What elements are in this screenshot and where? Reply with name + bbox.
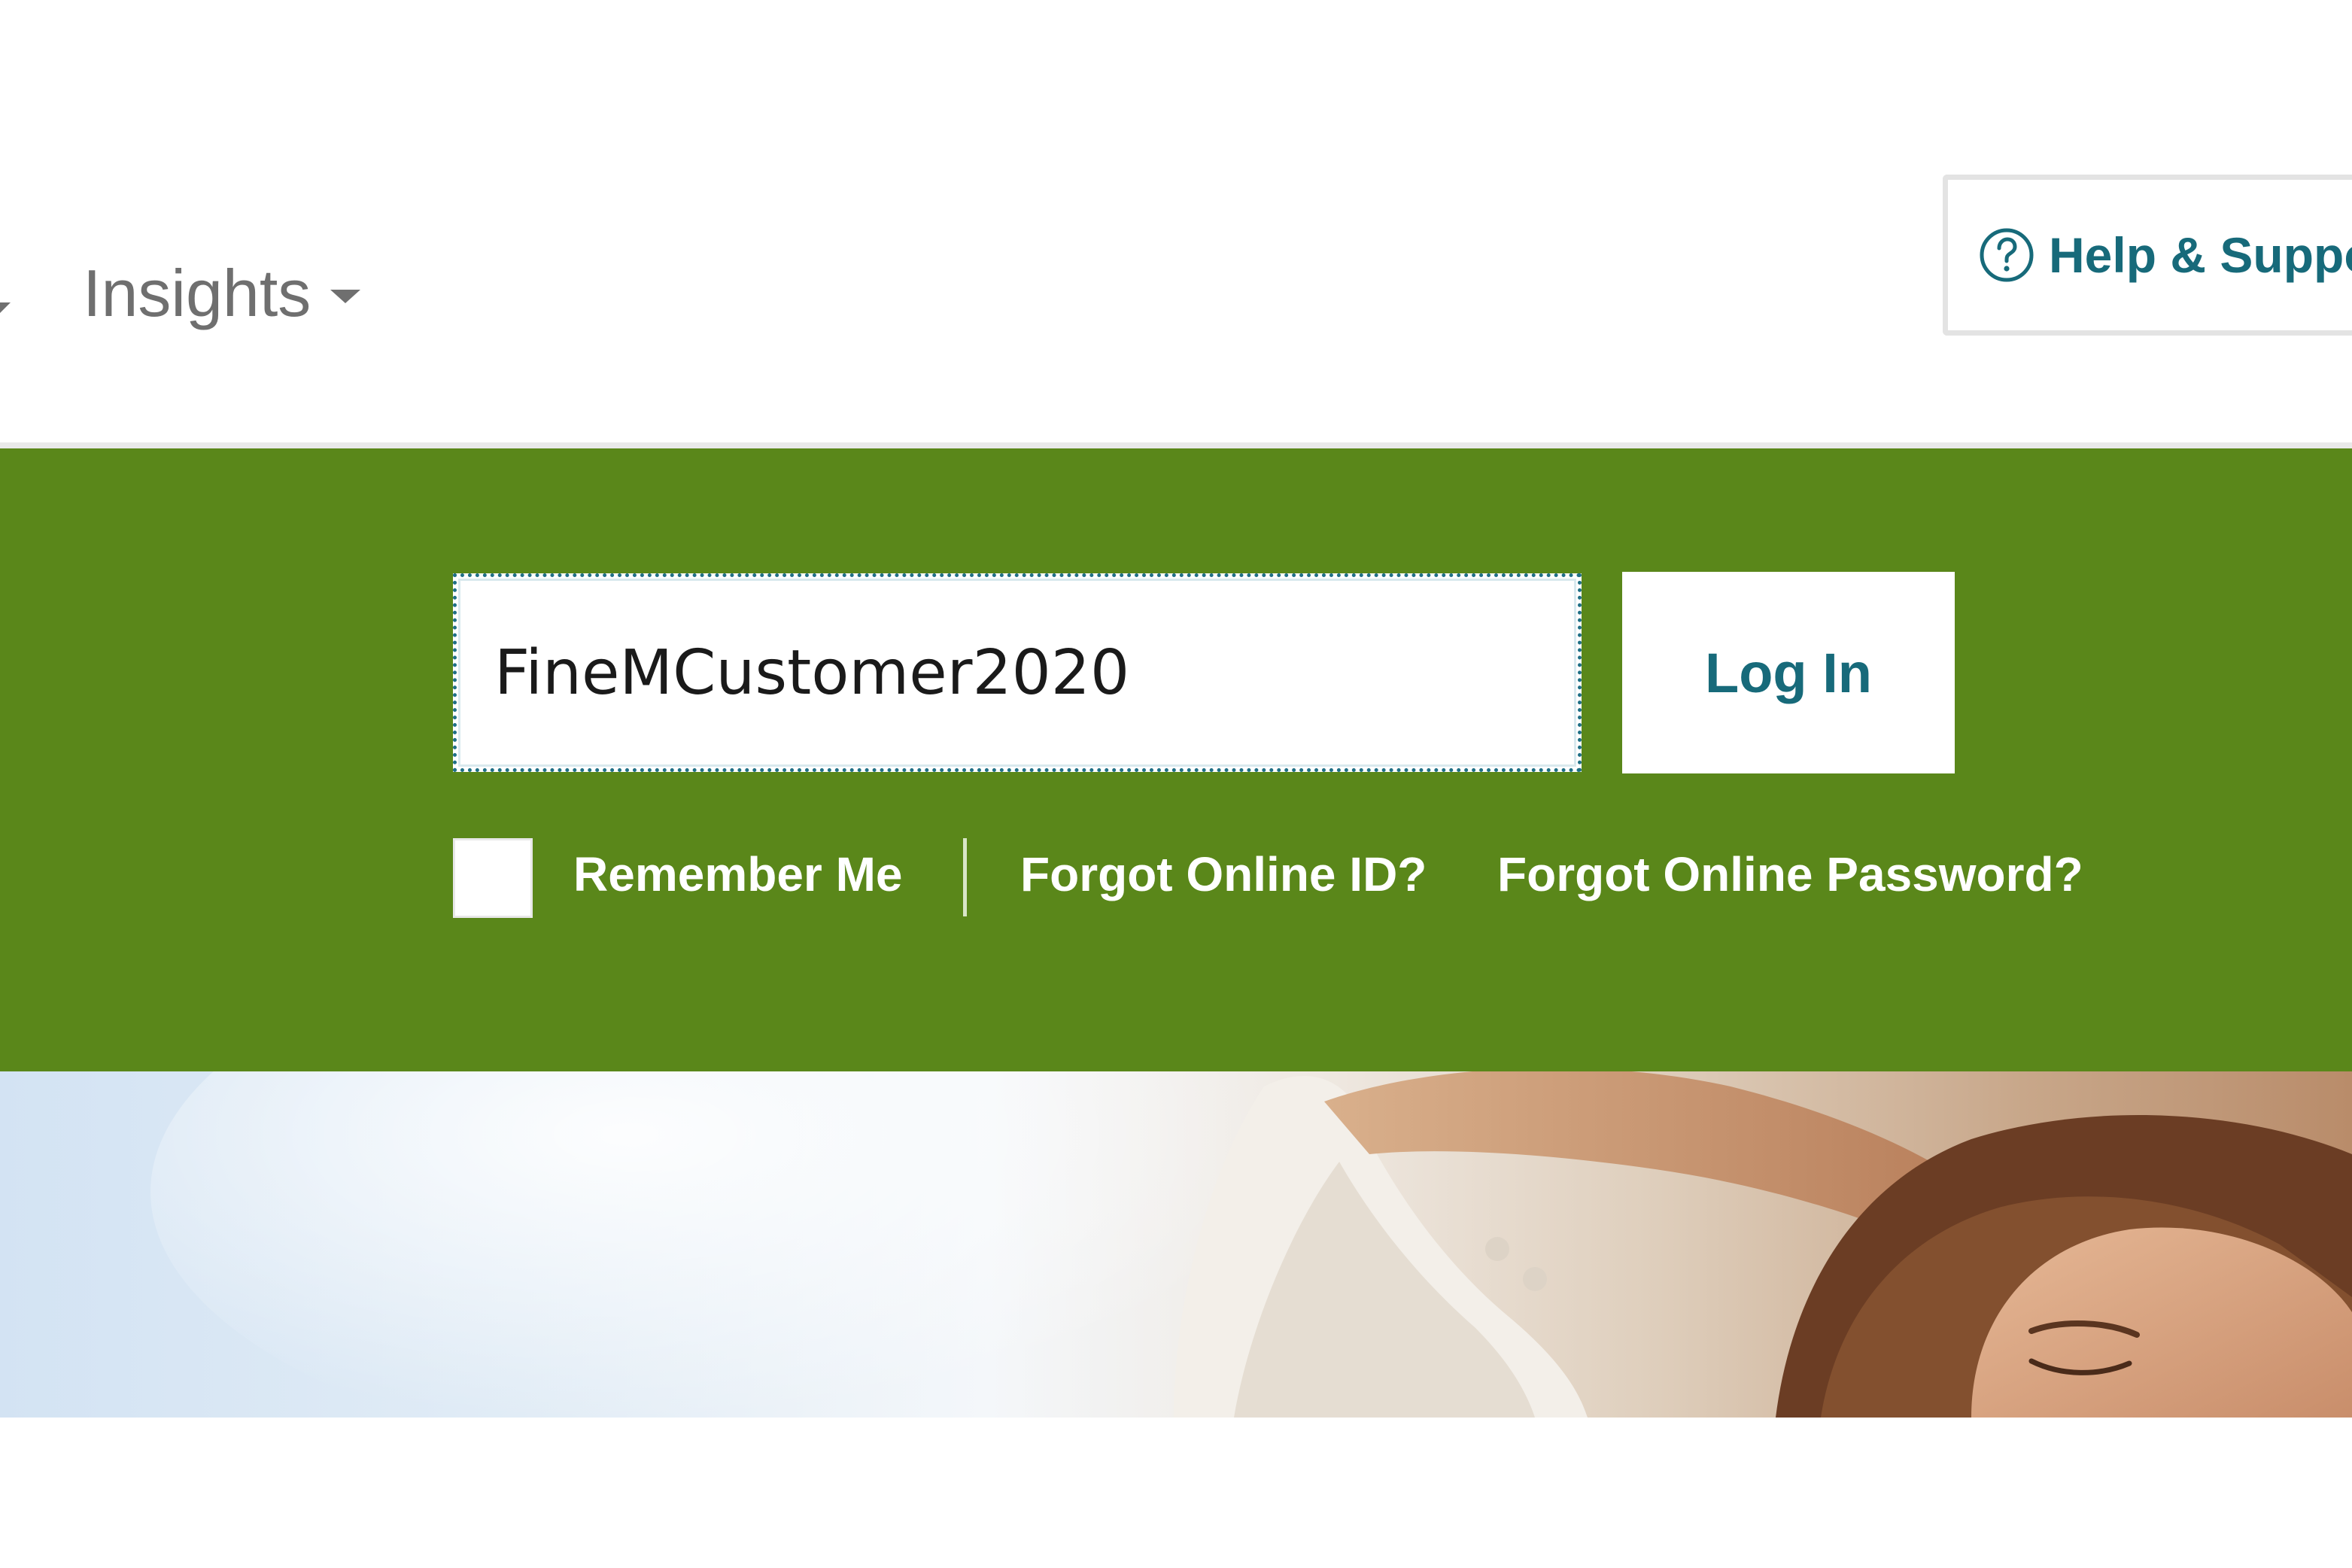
- page: Insights Help & Suppo Log In Remember Me…: [0, 0, 2352, 1568]
- help-support-label: Help & Suppo: [2049, 227, 2352, 283]
- nav-item-insights-label: Insights: [83, 256, 311, 330]
- hero-illustration: [150, 1071, 2352, 1418]
- help-circle-icon: [1980, 228, 2034, 282]
- forgot-online-password-link[interactable]: Forgot Online Password?: [1497, 837, 2083, 912]
- nav-item-insights[interactable]: Insights: [83, 256, 361, 331]
- remember-me-checkbox[interactable]: [453, 838, 533, 918]
- link-divider: [963, 838, 967, 916]
- chevron-down-icon: [330, 290, 361, 303]
- remember-me-label[interactable]: Remember Me: [573, 837, 903, 912]
- forgot-online-id-link[interactable]: Forgot Online ID?: [1020, 837, 1427, 912]
- previous-nav-caret-icon[interactable]: [0, 302, 11, 313]
- header-divider: [0, 442, 2352, 448]
- hero-image: [0, 1071, 2352, 1418]
- online-id-input[interactable]: [453, 573, 1582, 772]
- help-support-button[interactable]: Help & Suppo: [1943, 175, 2352, 336]
- log-in-button[interactable]: Log In: [1622, 572, 1955, 773]
